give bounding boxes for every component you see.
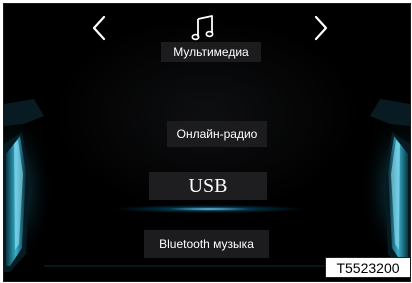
next-page-button[interactable] — [306, 10, 336, 46]
menu-item-bluetooth-music[interactable]: Bluetooth музыка — [144, 230, 269, 258]
chevron-left-icon — [92, 15, 106, 41]
previous-page-button[interactable] — [84, 10, 114, 46]
multimedia-screen: Мультимедиа Онлайн-радио USB Bluetooth м… — [3, 3, 411, 282]
menu-item-online-radio[interactable]: Онлайн-радио — [167, 121, 267, 147]
figure-code-label: T5523200 — [325, 257, 410, 278]
selection-highlight — [114, 201, 304, 217]
page-title: Мультимедиа — [161, 42, 261, 62]
menu-item-usb[interactable]: USB — [149, 172, 267, 200]
music-note-icon — [191, 15, 214, 41]
chevron-right-icon — [314, 15, 328, 41]
